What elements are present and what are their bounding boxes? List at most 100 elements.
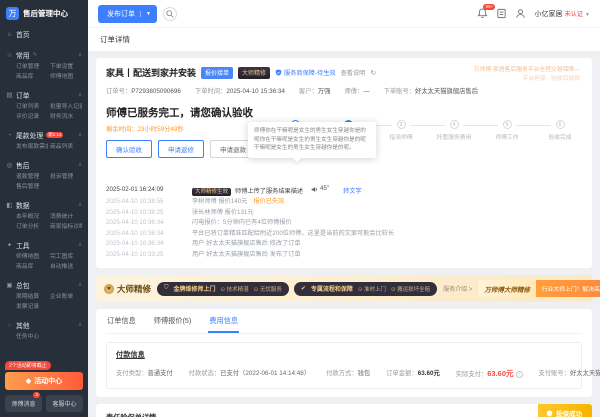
app-window: 万 售后管理中心 ⌂首页☆常用✎∧订单管理下单设置商品库师傅地图▤订单∧订单列表… bbox=[0, 0, 600, 417]
chevron-up-icon[interactable]: ∧ bbox=[78, 282, 82, 288]
sidebar-item-任务中心[interactable]: 任务中心 bbox=[16, 333, 48, 342]
step-验收完成: 6验收完成 bbox=[538, 120, 582, 141]
view-note-link[interactable]: 查看说明 bbox=[341, 68, 366, 77]
field-label: 实际支付： bbox=[456, 371, 487, 378]
sidebar-item-师傅地图[interactable]: 师傅地图 bbox=[16, 253, 48, 262]
payment-field: 支付账号：好太太天猫旗舰店售后 bbox=[539, 368, 600, 379]
sidebar-section: ▣总包∧周期结算企业账单发票记录 bbox=[6, 277, 82, 312]
payment-section: 付款信息 支付类型：普通支付付款状态：已支付（2022-06-01 14:14:… bbox=[106, 342, 582, 389]
promo-text: 万师傅·家居售后服务平台全程交易保障— 平台担保 · 验收后放款 bbox=[474, 66, 580, 85]
sidebar-item-批量导入记录[interactable]: 批量导入记录 bbox=[50, 103, 82, 112]
payment-field: 付款状态：已支付（2022-06-01 14:14:48） bbox=[189, 368, 310, 379]
chevron-up-icon[interactable]: ∧ bbox=[78, 242, 82, 248]
speaker-icon bbox=[311, 186, 318, 193]
chevron-up-icon[interactable]: ∧ bbox=[78, 202, 82, 208]
logo-icon: 万 bbox=[6, 7, 19, 20]
sidebar-item-订单管理[interactable]: 订单管理 bbox=[16, 63, 48, 72]
star-icon: ☆ bbox=[6, 51, 13, 59]
search-button[interactable] bbox=[163, 7, 177, 21]
chevron-up-icon[interactable]: ∧ bbox=[78, 162, 82, 168]
sidebar-item-商家指标诊断[interactable]: 商家指标诊断 bbox=[50, 223, 82, 232]
chevron-up-icon[interactable]: ∧ bbox=[78, 92, 82, 98]
sidebar-item-发布尾款需求[interactable]: 发布尾款需求 bbox=[16, 143, 48, 152]
field-value: 好太太天猫旗舰店售后 bbox=[570, 370, 600, 377]
sidebar-item-投诉管理[interactable]: 投诉管理 bbox=[50, 173, 82, 182]
sidebar-item-企业账单[interactable]: 企业账单 bbox=[50, 293, 82, 302]
log-text: 师傅上传了服务结果描述 bbox=[235, 188, 303, 195]
activity-countdown-badge: 2个活动即将截止 bbox=[5, 361, 51, 370]
guarantee-link[interactable]: 服务商保障-待生效 bbox=[275, 68, 336, 77]
sidebar-section-header[interactable]: ◎售后∧ bbox=[6, 157, 82, 173]
sidebar-links: 任务中心 bbox=[6, 333, 82, 342]
insurance-card: 投保成功 责任险保单详情 保单状态：投保成功（师傅上门前自动生效）购买费用：0.… bbox=[96, 404, 592, 417]
sidebar-section-header[interactable]: ◌其他∧ bbox=[6, 317, 82, 333]
sidebar-item-订单列表[interactable]: 订单列表 bbox=[16, 103, 48, 112]
sidebar-item-评价记录[interactable]: 评价记录 bbox=[16, 113, 48, 122]
sidebar-section-header[interactable]: ☆常用✎∧ bbox=[6, 47, 82, 63]
voice-message-chip[interactable]: 45″ bbox=[311, 184, 329, 195]
chevron-down-icon[interactable]: ▼ bbox=[140, 11, 151, 17]
tab-费用信息[interactable]: 费用信息 bbox=[208, 309, 239, 333]
sidebar-item-消费统计[interactable]: 消费统计 bbox=[50, 213, 82, 222]
log-text: 李树师傅 报价140元 bbox=[192, 198, 247, 205]
publish-order-button[interactable]: 发布订单▼ bbox=[98, 5, 157, 23]
sidebar-item-订单分析[interactable]: 订单分析 bbox=[16, 223, 48, 232]
field-value: 63.60元 bbox=[487, 369, 513, 378]
refresh-icon[interactable]: ↻ bbox=[370, 69, 376, 77]
step-label: 指派师傅 bbox=[389, 132, 412, 141]
log-row: 2025-04-10 10:36:34用户 好太太天猫旗舰店售后 修改了订单 bbox=[106, 239, 582, 250]
chevron-up-icon[interactable]: ∧ bbox=[78, 322, 82, 328]
pill-title: 金牌维修师上门 bbox=[174, 284, 216, 293]
chevron-up-icon[interactable]: ∧ bbox=[78, 52, 82, 58]
sidebar-item-商品库[interactable]: 商品库 bbox=[16, 73, 48, 82]
order-meta-item: 师傅：— bbox=[344, 86, 369, 95]
sidebar-item-发票记录[interactable]: 发票记录 bbox=[16, 303, 48, 312]
notification-bell-button[interactable]: 99+ bbox=[477, 8, 488, 19]
sidebar-section-header[interactable]: ⌂首页 bbox=[6, 26, 82, 42]
sidebar-item-下单设置[interactable]: 下单设置 bbox=[50, 63, 82, 72]
notification-count-badge: 99+ bbox=[483, 4, 495, 10]
tail-icon: ◔ bbox=[6, 132, 13, 139]
sidebar-section: ☆常用✎∧订单管理下单设置商品库师傅地图 bbox=[6, 47, 82, 82]
申请返修-button[interactable]: 申请返修 bbox=[158, 140, 204, 158]
sidebar-item-商品列表[interactable]: 商品列表 bbox=[50, 143, 82, 152]
sidebar-item-退款管理[interactable]: 退款管理 bbox=[16, 173, 48, 182]
sidebar-item-师傅地图[interactable]: 师傅地图 bbox=[50, 73, 82, 82]
sidebar-section-header[interactable]: ◧数据∧ bbox=[6, 197, 82, 213]
user-account-button[interactable] bbox=[515, 8, 526, 19]
确认验收-button[interactable]: 确认验收 bbox=[106, 140, 152, 158]
account-menu[interactable]: 小亿家居未认证▼ bbox=[534, 9, 590, 19]
service-center-button[interactable]: 客服中心 bbox=[46, 395, 83, 412]
sidebar-item-售后管理[interactable]: 售后管理 bbox=[16, 183, 48, 192]
sidebar-item-本年概况[interactable]: 本年概况 bbox=[16, 213, 48, 222]
tool-icon: ✦ bbox=[6, 241, 13, 249]
step-dot: 3 bbox=[397, 120, 406, 129]
tab-订单信息[interactable]: 订单信息 bbox=[106, 309, 137, 333]
log-content: 李树师傅 报价140元报价已失效 bbox=[192, 197, 284, 208]
chevron-up-icon[interactable]: ∧ bbox=[78, 132, 82, 138]
sidebar-section-header[interactable]: ▤订单∧ bbox=[6, 87, 82, 103]
user-icon bbox=[515, 8, 526, 19]
edit-icon[interactable]: ✎ bbox=[33, 52, 38, 58]
service-intro-link[interactable]: 服务介绍 > bbox=[443, 284, 472, 293]
sidebar-section-header[interactable]: ▣总包∧ bbox=[6, 277, 82, 293]
order-list-button[interactable] bbox=[496, 8, 507, 19]
info-icon[interactable]: i bbox=[516, 371, 523, 378]
sidebar-item-完工图库[interactable]: 完工图库 bbox=[50, 253, 82, 262]
log-row: 2025-04-10 10:36:34闪电报价：5分钟内已有4位师傅报价 bbox=[106, 218, 582, 229]
log-text: 用户 好太太天猫旗舰店售后 发布了订单 bbox=[192, 251, 301, 258]
meta-label: 下单时间： bbox=[195, 88, 226, 95]
sidebar-section-header[interactable]: ✦工具∧ bbox=[6, 237, 82, 253]
tab-师傅报价(5)[interactable]: 师傅报价(5) bbox=[153, 309, 193, 333]
activity-center-button[interactable]: ◆活动中心 bbox=[5, 372, 83, 390]
sidebar-item-自动推送[interactable]: 自动推送 bbox=[50, 263, 82, 272]
sidebar-item-周期结算[interactable]: 周期结算 bbox=[16, 293, 48, 302]
master-message-button[interactable]: 师傅消息3 bbox=[5, 395, 42, 412]
banner-promo-card[interactable]: 万师傅大师精修 行业大师上门！解决高价值高难度产品维修 bbox=[478, 280, 600, 297]
sidebar-item-商品库[interactable]: 商品库 bbox=[16, 263, 48, 272]
sidebar-item-财务流水[interactable]: 财务流水 bbox=[50, 113, 82, 122]
meta-value: 2025-04-10 15:36:34 bbox=[226, 88, 284, 95]
sidebar-section-header[interactable]: ◔尾款处理新2.14∧ bbox=[6, 127, 82, 143]
transcribe-link[interactable]: 转文字 bbox=[343, 188, 362, 195]
sidebar-section: ◎售后∧退款管理投诉管理售后管理 bbox=[6, 157, 82, 192]
